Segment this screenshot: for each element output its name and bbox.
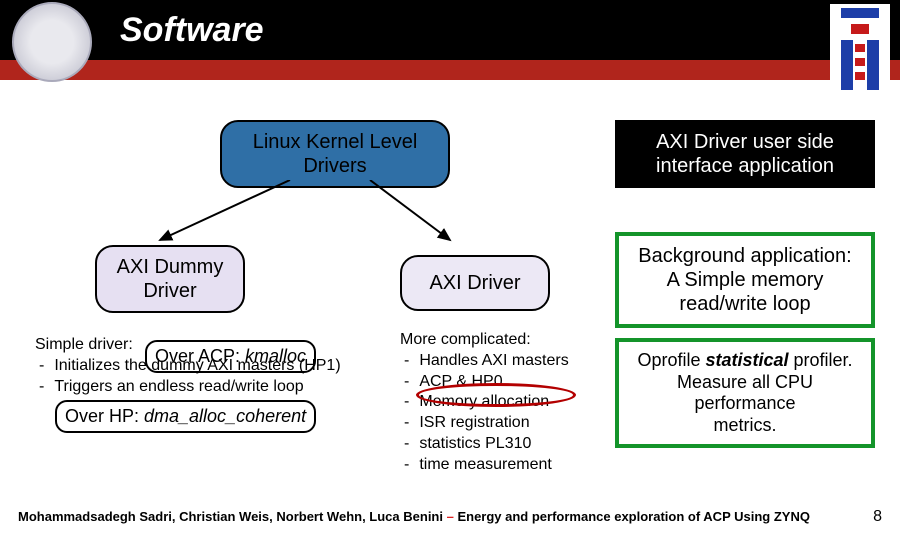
list-item: Triggers an endless read/write loop xyxy=(35,377,395,398)
footer-authors: Mohammadsadegh Sadri, Christian Weis, No… xyxy=(18,509,443,524)
node-axi-driver: AXI Driver xyxy=(400,255,550,311)
overlay-acp-label: Over ACP: kmalloc xyxy=(155,346,306,366)
more-complicated-head: More complicated: xyxy=(400,330,620,351)
title-accent-bar xyxy=(0,60,900,80)
node-user-app-label: AXI Driver user side interface applicati… xyxy=(656,131,834,177)
footer: Mohammadsadegh Sadri, Christian Weis, No… xyxy=(0,508,900,526)
node-user-app: AXI Driver user side interface applicati… xyxy=(615,120,875,188)
overlay-hp-label: Over HP: dma_alloc_coherent xyxy=(65,406,306,426)
node-axi-driver-label: AXI Driver xyxy=(429,272,520,294)
page-number: 8 xyxy=(873,508,882,526)
node-axi-dummy-driver-label: AXI Dummy Driver xyxy=(117,256,224,302)
node-axi-dummy-driver: AXI Dummy Driver xyxy=(95,245,245,313)
list-item: Handles AXI masters xyxy=(400,351,620,372)
node-oprofile: Oprofile statistical profiler.Measure al… xyxy=(615,338,875,448)
node-background-app-label: Background application: A Simple memory … xyxy=(638,245,851,315)
university-seal-icon xyxy=(12,2,92,82)
list-item: ISR registration xyxy=(400,413,620,434)
footer-topic: Energy and performance exploration of AC… xyxy=(457,509,810,524)
node-kernel-drivers: Linux Kernel Level Drivers xyxy=(220,120,450,188)
node-background-app: Background application: A Simple memory … xyxy=(615,232,875,328)
footer-text: Mohammadsadegh Sadri, Christian Weis, No… xyxy=(18,509,810,524)
connectors xyxy=(120,180,480,250)
overlay-hp: Over HP: dma_alloc_coherent xyxy=(55,400,316,433)
highlight-oval-memory xyxy=(416,383,576,407)
list-item: statistics PL310 xyxy=(400,434,620,455)
title-bar: Software xyxy=(0,0,900,60)
footer-dash: – xyxy=(443,509,457,524)
institute-logo-icon xyxy=(830,4,890,94)
node-kernel-drivers-label: Linux Kernel Level Drivers xyxy=(253,131,418,177)
overlay-acp: Over ACP: kmalloc xyxy=(145,340,316,373)
slide-title: Software xyxy=(120,11,264,50)
node-oprofile-label: Oprofile statistical profiler.Measure al… xyxy=(637,350,852,435)
list-item: time measurement xyxy=(400,455,620,476)
